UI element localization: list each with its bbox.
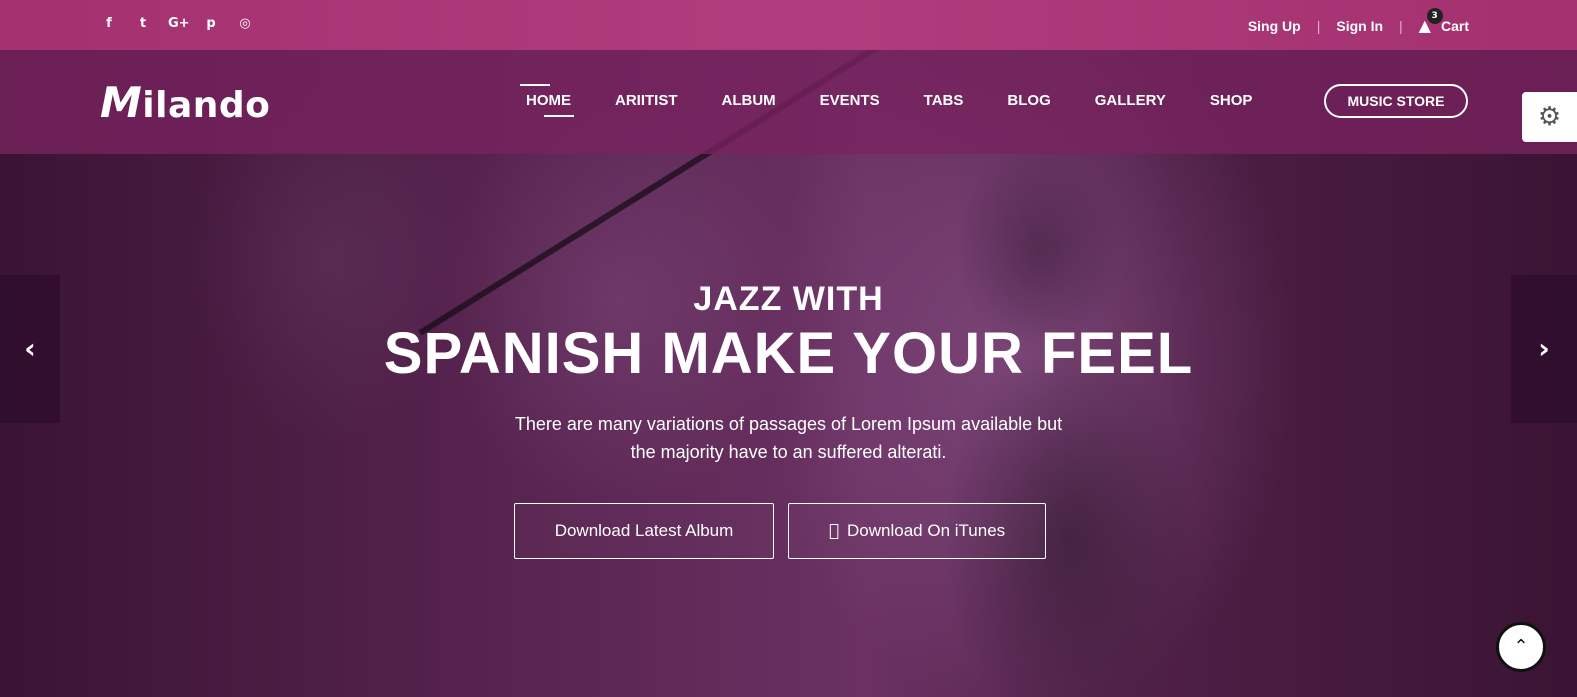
menu-item-artist[interactable]: ARIITIST [615, 92, 678, 109]
cart-count-badge: 3 [1426, 8, 1443, 24]
menu-item-home[interactable]: HOME [520, 84, 574, 117]
menu-item-shop[interactable]: SHOP [1210, 92, 1253, 109]
twitter-icon[interactable]: t [134, 16, 152, 31]
cart-link[interactable]: ▲ 3 Cart [1419, 8, 1469, 35]
instagram-icon[interactable]: ◎ [236, 16, 254, 31]
signup-link[interactable]: Sing Up [1248, 18, 1301, 34]
signin-link[interactable]: Sign In [1336, 18, 1383, 34]
cart-label: Cart [1440, 17, 1469, 34]
menu-item-events[interactable]: EVENTS [820, 92, 880, 109]
download-itunes-button[interactable]: Download On iTunes [788, 503, 1046, 559]
hero-description: There are many variations of passages of… [514, 414, 1063, 462]
download-album-button[interactable]: Download Latest Album [514, 503, 774, 559]
account-links: Sing Up | Sign In | ▲ 3 Cart [1248, 8, 1469, 35]
scroll-to-top-button[interactable]: ⌃ [1496, 622, 1546, 672]
top-bar: f t G+ p ◎ Sing Up | Sign In | ▲ 3 Cart [0, 0, 1577, 50]
menu-item-tabs[interactable]: TABS [924, 92, 964, 109]
hero-eyebrow: JAZZ WITH [693, 280, 884, 318]
apple-icon:  [829, 521, 839, 541]
divider: | [1399, 17, 1403, 34]
pinterest-icon[interactable]: p [202, 16, 220, 31]
main-navbar: Milando HOME ARIITIST ALBUM EVENTS TABS … [0, 50, 1577, 154]
divider: | [1316, 17, 1321, 34]
facebook-icon[interactable]: f [100, 16, 118, 31]
hero-headline: SPANISH MAKE YOUR FEEL [383, 321, 1194, 386]
cart-icon: ▲ 3 [1419, 8, 1443, 35]
settings-gear-icon[interactable]: ⚙ [1522, 92, 1577, 142]
menu-item-blog[interactable]: BLOG [1007, 92, 1050, 109]
site-logo[interactable]: Milando [100, 78, 270, 127]
main-menu: HOME ARIITIST ALBUM EVENTS TABS BLOG GAL… [520, 84, 1296, 117]
menu-item-album[interactable]: ALBUM [722, 92, 776, 109]
google-plus-icon[interactable]: G+ [168, 16, 190, 31]
menu-item-gallery[interactable]: GALLERY [1095, 92, 1166, 109]
music-store-button[interactable]: MUSIC STORE [1324, 84, 1468, 118]
social-links: f t G+ p ◎ [100, 16, 254, 31]
